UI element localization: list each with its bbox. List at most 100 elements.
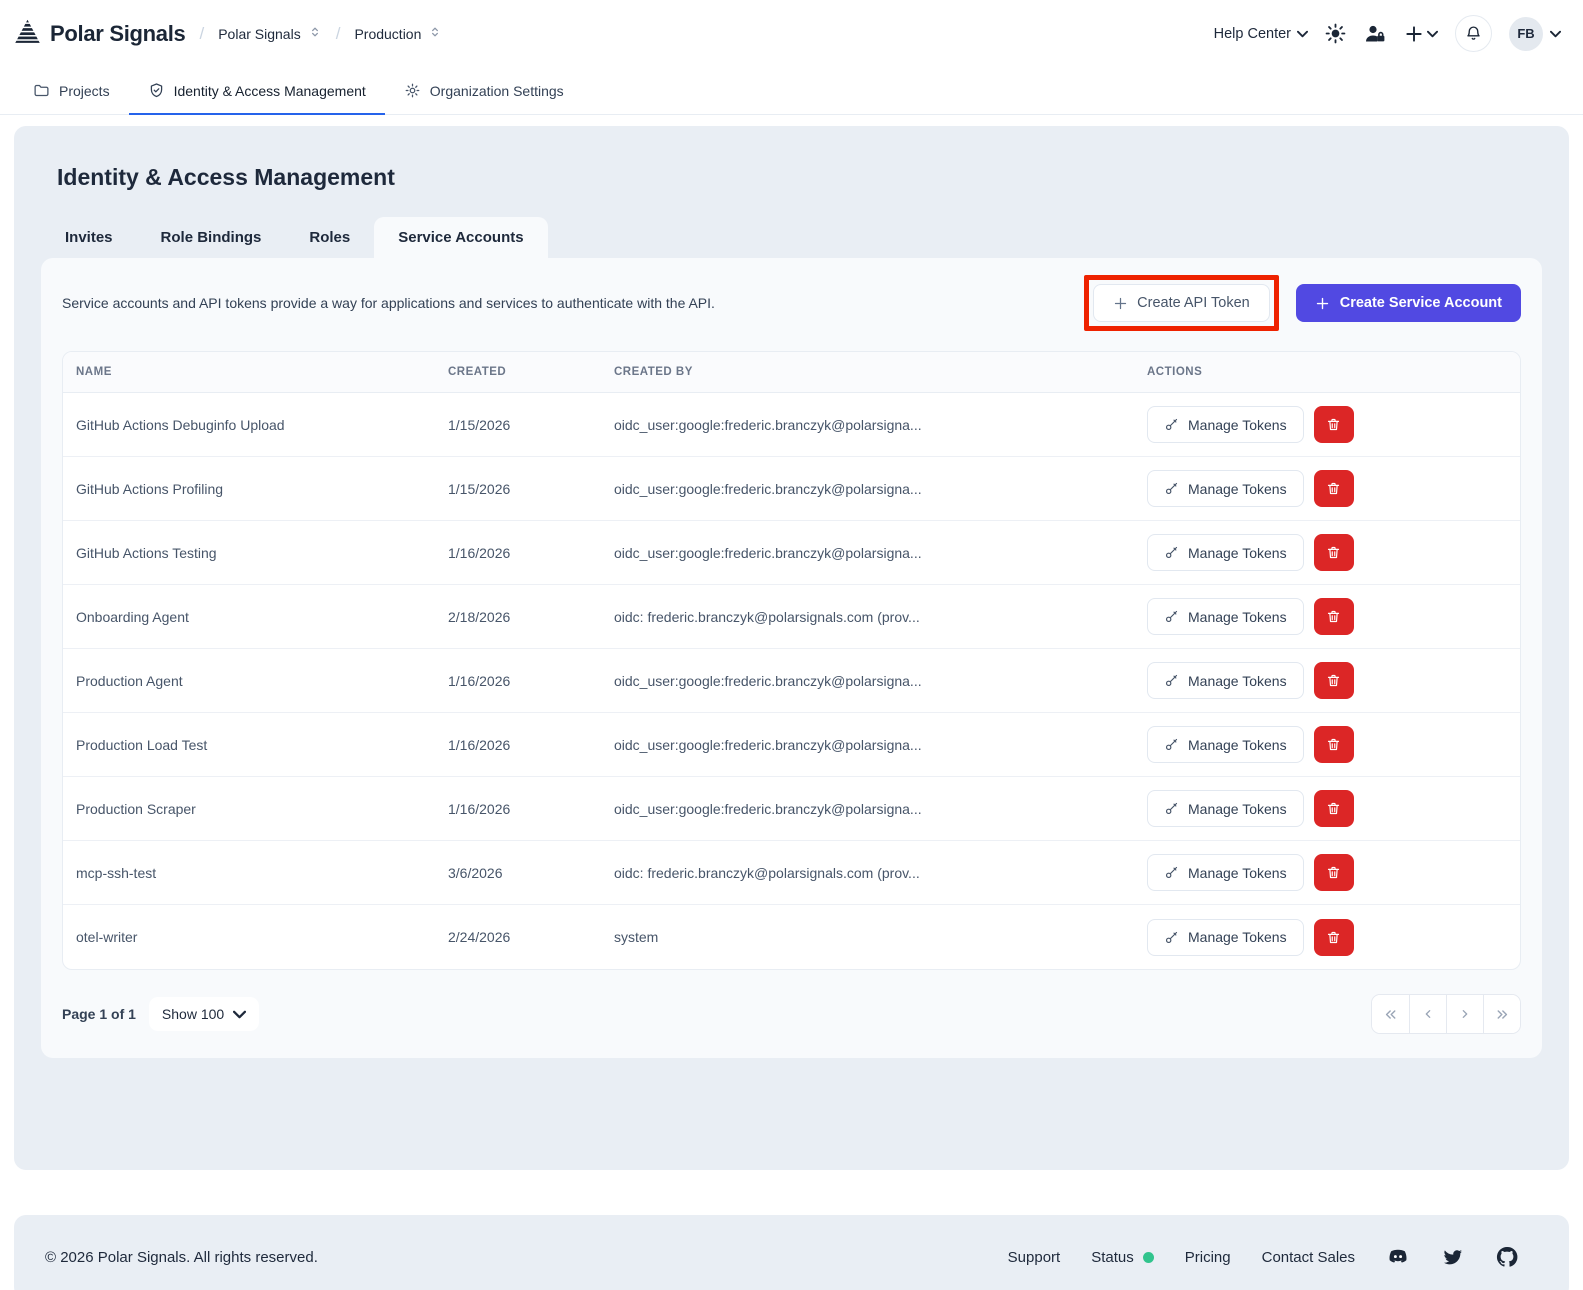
footer-link-status[interactable]: Status [1091, 1249, 1154, 1266]
notifications-button[interactable] [1455, 15, 1492, 52]
footer-link-contact-sales[interactable]: Contact Sales [1262, 1249, 1355, 1266]
trash-icon [1328, 674, 1340, 687]
cell-name: Onboarding Agent [76, 608, 189, 625]
service-accounts-table: NAME CREATED CREATED BY ACTIONS GitHub A… [62, 351, 1521, 970]
key-icon [1165, 610, 1178, 623]
table-row: Production Load Test 1/16/2026 oidc_user… [63, 713, 1520, 777]
table-row: Production Scraper 1/16/2026 oidc_user:g… [63, 777, 1520, 841]
user-lock-icon [1366, 25, 1385, 41]
manage-tokens-button[interactable]: Manage Tokens [1147, 662, 1304, 699]
delete-service-account-button[interactable] [1313, 726, 1354, 763]
cell-actions: Manage Tokens [1134, 726, 1520, 763]
cell-name: Production Load Test [76, 736, 208, 753]
theme-toggle-button[interactable] [1325, 23, 1346, 44]
help-center-menu[interactable]: Help Center [1214, 26, 1308, 42]
tab-invites[interactable]: Invites [41, 217, 137, 258]
table-row: mcp-ssh-test 3/6/2026 oidc: frederic.bra… [63, 841, 1520, 905]
cell-created: 1/15/2026 [448, 480, 511, 497]
previous-page-button[interactable] [1409, 995, 1446, 1033]
breadcrumb-org-label: Polar Signals [218, 25, 301, 42]
page-size-select[interactable]: Show 100 [148, 997, 260, 1031]
account-menu[interactable]: FB [1509, 16, 1561, 51]
pagination-bar: Page 1 of 1 Show 100 [62, 994, 1521, 1034]
footer-link-pricing[interactable]: Pricing [1185, 1249, 1231, 1266]
table-row: Production Agent 1/16/2026 oidc_user:goo… [63, 649, 1520, 713]
manage-tokens-button[interactable]: Manage Tokens [1147, 790, 1304, 827]
key-icon [1165, 674, 1178, 687]
gear-icon [405, 83, 420, 98]
cell-actions: Manage Tokens [1134, 406, 1520, 443]
delete-service-account-button[interactable] [1313, 598, 1354, 635]
cell-created-by: oidc_user:google:frederic.branczyk@polar… [614, 480, 922, 497]
table-header-row: NAME CREATED CREATED BY ACTIONS [63, 352, 1520, 393]
tab-roles[interactable]: Roles [285, 217, 374, 258]
pager-buttons [1371, 994, 1521, 1034]
delete-service-account-button[interactable] [1313, 854, 1354, 891]
logo-triangle-icon [14, 18, 41, 50]
tab-role-bindings[interactable]: Role Bindings [137, 217, 286, 258]
nav-item-projects[interactable]: Projects [14, 67, 129, 114]
manage-tokens-label: Manage Tokens [1188, 480, 1287, 497]
discord-icon[interactable] [1386, 1245, 1410, 1269]
chevrons-left-icon [1385, 1009, 1396, 1019]
manage-tokens-button[interactable]: Manage Tokens [1147, 534, 1304, 571]
breadcrumb-org-selector[interactable]: Polar Signals [218, 25, 322, 42]
trash-icon [1328, 418, 1340, 431]
org-nav: Projects Identity & Access Management Or… [0, 67, 1583, 115]
create-new-menu[interactable] [1404, 24, 1438, 44]
nav-item-organization-settings[interactable]: Organization Settings [385, 67, 583, 114]
key-icon [1165, 418, 1178, 431]
help-center-label: Help Center [1213, 25, 1291, 42]
cell-created: 2/18/2026 [448, 608, 511, 625]
manage-tokens-label: Manage Tokens [1188, 864, 1287, 881]
chevron-left-icon [1425, 1010, 1431, 1018]
column-header-created: CREATED [448, 366, 507, 378]
next-page-button[interactable] [1446, 995, 1483, 1033]
delete-service-account-button[interactable] [1313, 918, 1354, 956]
github-icon[interactable] [1495, 1245, 1519, 1269]
key-icon [1165, 802, 1178, 815]
manage-tokens-button[interactable]: Manage Tokens [1147, 406, 1304, 443]
delete-service-account-button[interactable] [1313, 406, 1354, 443]
breadcrumb-separator: / [335, 23, 341, 43]
logo-text: Polar Signals [50, 20, 186, 46]
delete-service-account-button[interactable] [1313, 470, 1354, 507]
shield-check-icon [150, 83, 162, 98]
manage-tokens-button[interactable]: Manage Tokens [1147, 598, 1304, 635]
breadcrumb-separator: / [199, 23, 205, 43]
tab-service-accounts[interactable]: Service Accounts [374, 217, 548, 258]
last-page-button[interactable] [1483, 995, 1520, 1033]
cell-actions: Manage Tokens [1134, 790, 1520, 827]
polar-signals-logo[interactable]: Polar Signals [14, 18, 186, 50]
caret-down-icon [1427, 30, 1438, 37]
app-header: Polar Signals / Polar Signals / Producti… [0, 0, 1583, 67]
manage-tokens-button[interactable]: Manage Tokens [1147, 470, 1304, 507]
breadcrumb-project-selector[interactable]: Production [354, 25, 442, 42]
first-page-button[interactable] [1372, 995, 1409, 1033]
twitter-icon[interactable] [1441, 1246, 1464, 1269]
manage-tokens-button[interactable]: Manage Tokens [1147, 726, 1304, 763]
delete-service-account-button[interactable] [1313, 534, 1354, 571]
column-header-name: NAME [76, 366, 112, 378]
create-api-token-button[interactable]: Create API Token [1093, 284, 1270, 322]
cell-name: Production Scraper [76, 800, 196, 817]
page-title: Identity & Access Management [57, 164, 395, 190]
footer-link-support[interactable]: Support [1008, 1249, 1061, 1266]
cell-actions: Manage Tokens [1134, 470, 1520, 507]
delete-service-account-button[interactable] [1313, 790, 1354, 827]
service-accounts-panel: Service accounts and API tokens provide … [41, 258, 1542, 1058]
key-icon [1165, 866, 1178, 879]
nav-item-identity-access-management[interactable]: Identity & Access Management [128, 67, 386, 115]
cell-created: 2/24/2026 [448, 929, 511, 945]
manage-tokens-button[interactable]: Manage Tokens [1147, 918, 1304, 956]
manage-tokens-button[interactable]: Manage Tokens [1147, 854, 1304, 891]
manage-tokens-label: Manage Tokens [1188, 416, 1287, 433]
breadcrumb-project-label: Production [354, 25, 422, 42]
user-permissions-button[interactable] [1363, 22, 1387, 46]
create-service-account-button[interactable]: Create Service Account [1295, 284, 1521, 322]
cell-actions: Manage Tokens [1134, 598, 1520, 635]
delete-service-account-button[interactable] [1313, 662, 1354, 699]
trash-icon [1328, 482, 1340, 495]
cell-actions: Manage Tokens [1134, 534, 1520, 571]
column-header-created-by: CREATED BY [614, 366, 693, 378]
